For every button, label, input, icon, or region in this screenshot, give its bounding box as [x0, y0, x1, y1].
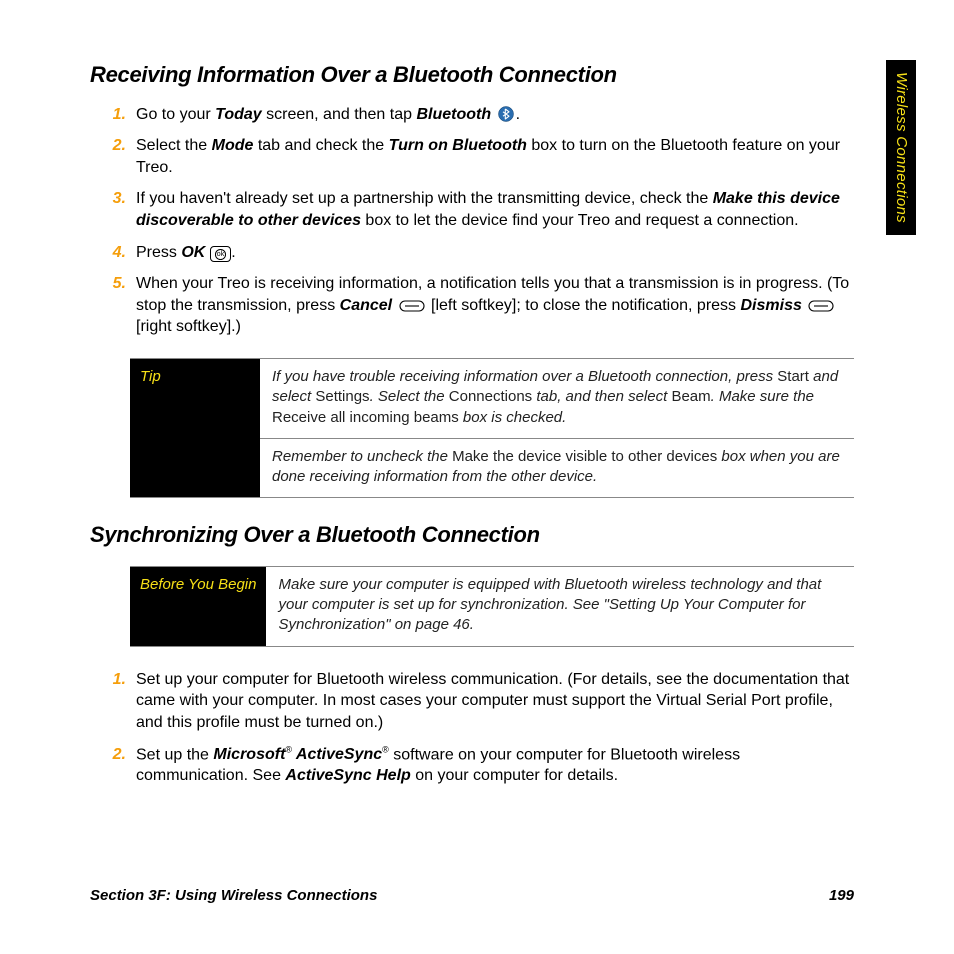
step-text: Go to your Today screen, and then tap Bl…: [136, 104, 854, 126]
text: [left softkey]; to close the notificatio…: [427, 297, 741, 314]
before-label: Before You Begin: [130, 567, 266, 646]
text: Set up the: [136, 746, 213, 763]
tip-row: Remember to uncheck the Make the device …: [260, 438, 854, 498]
connections-label: Connections: [449, 388, 532, 405]
step-item: 1. Go to your Today screen, and then tap…: [90, 104, 854, 126]
settings-label: Settings: [315, 388, 369, 405]
page-footer: Section 3F: Using Wireless Connections 1…: [90, 886, 854, 906]
step-text: Press OK ok.: [136, 242, 854, 264]
tip-row: If you have trouble receiving informatio…: [260, 359, 854, 438]
microsoft-label: Microsoft: [213, 746, 285, 763]
step-text: Set up your computer for Bluetooth wirel…: [136, 669, 854, 734]
steps-list-receiving: 1. Go to your Today screen, and then tap…: [90, 104, 854, 338]
visible-label: Make the device visible to other devices: [452, 448, 717, 465]
text: Remember to uncheck the: [272, 448, 452, 465]
text: on your computer for details.: [411, 767, 618, 784]
tip-content: If you have trouble receiving informatio…: [260, 359, 854, 497]
step-text: Set up the Microsoft® ActiveSync® softwa…: [136, 744, 854, 788]
text: . Make sure the: [711, 388, 814, 405]
before-content: Make sure your computer is equipped with…: [266, 567, 854, 646]
cancel-label: Cancel: [340, 297, 392, 314]
text: box is checked.: [459, 409, 567, 426]
steps-list-sync: 1. Set up your computer for Bluetooth wi…: [90, 669, 854, 787]
softkey-left-icon: [399, 300, 425, 312]
text: tab and check the: [253, 137, 388, 154]
bluetooth-icon: [498, 106, 514, 122]
ok-glyph: ok: [215, 249, 226, 260]
registered-mark: ®: [382, 745, 389, 755]
step-text: If you haven't already set up a partners…: [136, 188, 854, 231]
text: tab, and then select: [532, 388, 671, 405]
start-label: Start: [777, 368, 809, 385]
step-number: 2.: [90, 744, 136, 788]
bluetooth-label: Bluetooth: [416, 106, 491, 123]
text: [right softkey].): [136, 318, 241, 335]
activesync-help-label: ActiveSync Help: [285, 767, 410, 784]
section-heading-receiving: Receiving Information Over a Bluetooth C…: [90, 60, 854, 90]
step-item: 2. Set up the Microsoft® ActiveSync® sof…: [90, 744, 854, 788]
section-heading-sync: Synchronizing Over a Bluetooth Connectio…: [90, 520, 854, 550]
step-text: When your Treo is receiving information,…: [136, 273, 854, 338]
page: Wireless Connections Receiving Informati…: [0, 0, 954, 954]
softkey-right-icon: [808, 300, 834, 312]
today-label: Today: [215, 106, 262, 123]
ok-button-icon: ok: [210, 246, 231, 262]
text: Select the: [136, 137, 212, 154]
text: .: [516, 106, 520, 123]
mode-label: Mode: [212, 137, 254, 154]
step-number: 3.: [90, 188, 136, 231]
step-number: 1.: [90, 669, 136, 734]
step-item: 1. Set up your computer for Bluetooth wi…: [90, 669, 854, 734]
tip-box: Tip If you have trouble receiving inform…: [130, 358, 854, 498]
chapter-side-tab: Wireless Connections: [886, 60, 916, 235]
text: If you have trouble receiving informatio…: [272, 368, 777, 385]
text: If you haven't already set up a partners…: [136, 190, 713, 207]
step-number: 4.: [90, 242, 136, 264]
step-item: 3. If you haven't already set up a partn…: [90, 188, 854, 231]
ok-label: OK: [181, 244, 205, 261]
step-number: 2.: [90, 135, 136, 178]
text: box to let the device find your Treo and…: [361, 212, 799, 229]
text: Go to your: [136, 106, 215, 123]
step-number: 5.: [90, 273, 136, 338]
footer-section-label: Section 3F: Using Wireless Connections: [90, 886, 377, 906]
text: Press: [136, 244, 181, 261]
before-row: Make sure your computer is equipped with…: [266, 567, 854, 646]
text: screen, and then tap: [262, 106, 417, 123]
receive-beams-label: Receive all incoming beams: [272, 409, 459, 426]
step-item: 2. Select the Mode tab and check the Tur…: [90, 135, 854, 178]
step-item: 4. Press OK ok.: [90, 242, 854, 264]
dismiss-label: Dismiss: [741, 297, 802, 314]
text: . Select the: [370, 388, 449, 405]
beam-label: Beam: [671, 388, 710, 405]
page-number: 199: [829, 886, 854, 906]
before-you-begin-box: Before You Begin Make sure your computer…: [130, 566, 854, 647]
tip-label: Tip: [130, 359, 260, 497]
activesync-label: ActiveSync: [292, 746, 382, 763]
text: Make sure your computer is equipped with…: [278, 576, 821, 634]
turn-on-bluetooth-label: Turn on Bluetooth: [389, 137, 527, 154]
step-text: Select the Mode tab and check the Turn o…: [136, 135, 854, 178]
step-item: 5. When your Treo is receiving informati…: [90, 273, 854, 338]
step-number: 1.: [90, 104, 136, 126]
text: .: [231, 244, 235, 261]
